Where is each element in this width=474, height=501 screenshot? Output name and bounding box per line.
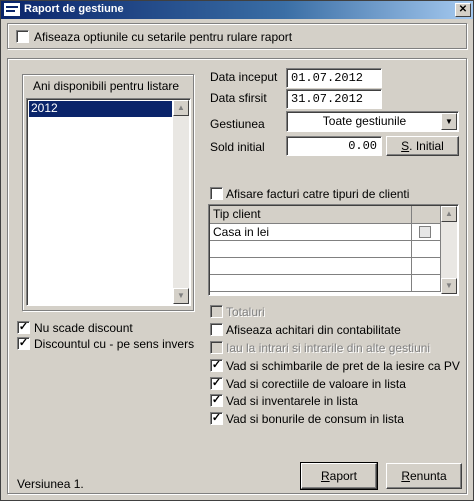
other-stores-checkbox — [210, 341, 223, 354]
scroll-up-button[interactable]: ▲ — [173, 100, 189, 116]
arrow-down-icon: ▼ — [445, 281, 453, 290]
end-date-label: Data sfirsit — [210, 91, 267, 105]
close-button[interactable]: ✕ — [455, 3, 471, 17]
table-row — [210, 274, 441, 292]
client-type-cell: Casa in lei — [210, 223, 412, 241]
cancel-button[interactable]: Renunta — [386, 463, 462, 489]
table-row — [210, 240, 441, 258]
initial-balance-button[interactable]: S. Initial — [386, 136, 459, 156]
report-button[interactable]: Raport — [300, 462, 378, 490]
window-title: Raport de gestiune — [24, 3, 124, 15]
reverse-discount-checkbox[interactable]: ✓ — [17, 337, 30, 350]
check-icon: ✓ — [211, 394, 222, 406]
table-row[interactable]: Casa in lei — [210, 223, 441, 241]
column-header-client-type: Tip client — [210, 206, 412, 224]
price-changes-checkbox[interactable]: ✓ — [210, 359, 223, 372]
client-grid-scrollbar[interactable]: ▲ ▼ — [441, 206, 457, 294]
column-header-check — [411, 206, 441, 224]
check-icon: ✓ — [211, 377, 222, 389]
scroll-down-button[interactable]: ▼ — [173, 288, 189, 304]
scroll-down-button[interactable]: ▼ — [441, 278, 457, 294]
price-changes-label: Vad si schimbarile de pret de la iesire … — [226, 359, 460, 373]
balance-label: Sold initial — [210, 140, 265, 154]
client-filter-checkbox[interactable] — [210, 187, 223, 200]
year-item[interactable]: 2012 — [29, 101, 172, 117]
arrow-up-icon: ▲ — [177, 103, 185, 112]
show-options-checkbox[interactable] — [16, 30, 29, 43]
end-date-field[interactable]: 31.07.2012 — [286, 89, 382, 109]
title-bar: Raport de gestiune ✕ — [1, 1, 473, 19]
app-icon — [4, 3, 20, 16]
check-icon: ✓ — [211, 412, 222, 424]
show-payments-label: Afiseaza achitari din contabilitate — [226, 323, 401, 337]
consumption-vouchers-label: Vad si bonurile de consum in lista — [226, 412, 404, 426]
start-date-label: Data inceput — [210, 70, 278, 84]
close-icon: ✕ — [458, 4, 468, 15]
start-date-field[interactable]: 01.07.2012 — [286, 68, 382, 88]
check-icon: ✓ — [18, 337, 29, 349]
show-payments-checkbox[interactable] — [210, 323, 223, 336]
value-corrections-label: Vad si corectiile de valoare in lista — [226, 377, 406, 391]
other-stores-label: Iau la intrari si intrarile din alte ges… — [226, 341, 431, 355]
scroll-up-button[interactable]: ▲ — [441, 206, 457, 222]
inventories-label: Vad si inventarele in lista — [226, 394, 358, 408]
store-dropdown-button[interactable]: ▼ — [441, 113, 457, 130]
chevron-down-icon: ▼ — [445, 117, 453, 126]
store-value: Toate gestiunile — [322, 114, 407, 128]
inventories-checkbox[interactable]: ✓ — [210, 394, 223, 407]
report-window: Raport de gestiune ✕ Afiseaza optiunile … — [0, 0, 474, 501]
totals-label: Totaluri — [226, 305, 265, 319]
store-label: Gestiunea — [210, 117, 265, 131]
years-scrollbar[interactable]: ▲ ▼ — [173, 100, 189, 304]
show-options-label: Afiseaza optiunile cu setarile pentru ru… — [34, 30, 293, 44]
check-icon: ✓ — [18, 321, 29, 333]
client-filter-label: Afisare facturi catre tipuri de clienti — [226, 187, 410, 201]
store-select[interactable]: Toate gestiunile ▼ — [286, 111, 459, 132]
no-discount-checkbox[interactable]: ✓ — [17, 321, 30, 334]
client-type-grid[interactable]: Tip client Casa in lei ▲ ▼ — [208, 204, 459, 296]
version-label: Versiunea 1. — [17, 477, 84, 491]
client-check-cell[interactable] — [411, 223, 441, 241]
row-checkbox[interactable] — [419, 225, 431, 238]
consumption-vouchers-checkbox[interactable]: ✓ — [210, 412, 223, 425]
years-listbox[interactable]: 2012 ▲ ▼ — [26, 98, 191, 306]
years-header: Ani disponibili pentru listare — [33, 79, 180, 93]
totals-checkbox — [210, 305, 223, 318]
check-icon: ✓ — [211, 359, 222, 371]
value-corrections-checkbox[interactable]: ✓ — [210, 377, 223, 390]
reverse-discount-label: Discountul cu - pe sens invers — [34, 337, 195, 351]
balance-field[interactable]: 0.00 — [286, 136, 382, 156]
table-row — [210, 257, 441, 275]
no-discount-label: Nu scade discount — [34, 321, 133, 335]
arrow-up-icon: ▲ — [445, 209, 453, 218]
arrow-down-icon: ▼ — [177, 291, 185, 300]
